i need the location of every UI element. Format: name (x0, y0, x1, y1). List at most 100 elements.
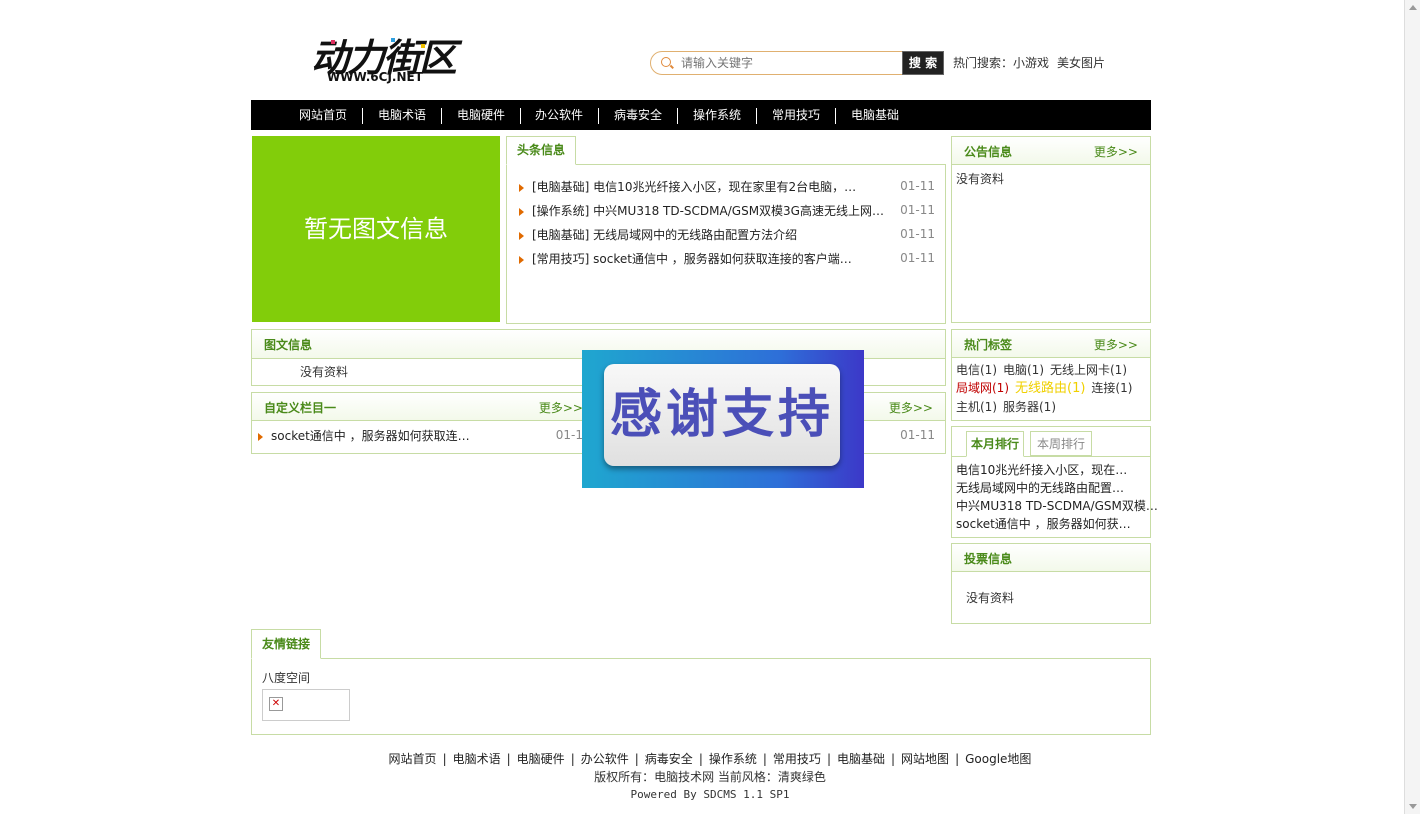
headline-date: 01-11 (900, 251, 935, 265)
panel-title: 图文信息 (264, 338, 313, 352)
footer-link[interactable]: 病毒安全 (645, 752, 693, 766)
link-item[interactable]: 八度空间 (262, 669, 310, 686)
search-input[interactable] (681, 55, 891, 71)
headline-date: 01-11 (900, 227, 935, 241)
image-banner[interactable]: 暂无图文信息 (252, 136, 500, 322)
hot-tags-panel: 热门标签 更多>> 电信(1) 电脑(1) 无线上网卡(1) 局域网(1) 无线路由(… (951, 329, 1151, 421)
nav-item-office[interactable]: 办公软件 (535, 107, 583, 123)
search-button[interactable]: 搜 索 (902, 51, 944, 75)
footer-link[interactable]: Google地图 (965, 752, 1031, 766)
tag-link[interactable]: 局域网(1) (956, 381, 1009, 395)
tag-link[interactable]: 连接(1) (1091, 381, 1132, 395)
tab-month[interactable]: 本月排行 (966, 431, 1025, 457)
item-date: 01-11 (900, 428, 935, 442)
scroll-up-icon[interactable] (1409, 5, 1417, 10)
arrow-icon (519, 207, 524, 216)
panel-title: 公告信息 (964, 145, 1013, 159)
notice-panel: 公告信息 更多>> 没有资料 (951, 136, 1151, 323)
panel-title: 自定义栏目一 (264, 401, 337, 415)
headline-panel: [电脑基础] 电信10兆光纤接入小区，现在家里有2台电脑，… 01-11 [操作… (506, 164, 946, 324)
nav-item-basics[interactable]: 电脑基础 (851, 107, 899, 123)
empty-text: 没有资料 (966, 591, 1015, 605)
site-logo[interactable]: 动力街区 WWW.6CJ.NET (311, 38, 461, 90)
thanks-popup[interactable]: 感谢支持 (582, 350, 864, 488)
empty-text: 没有资料 (956, 172, 1005, 186)
custom-column-panel: 自定义栏目一 更多>> socket通信中 ，服务器如何获取连… 01-1 (251, 392, 586, 454)
rank-item[interactable]: 电信10兆光纤接入小区，现在… (956, 461, 1158, 479)
logo-dot (331, 40, 335, 44)
panel-header: 热门标签 更多>> (952, 330, 1150, 358)
more-link[interactable]: 更多>> (1094, 336, 1138, 353)
copyright: 版权所有：电脑技术网 当前风格：清爽绿色 (594, 770, 826, 784)
nav-item-terms[interactable]: 电脑术语 (378, 107, 426, 123)
broken-image-icon: ✕ (269, 697, 283, 711)
tag-link[interactable]: 电脑(1) (1003, 363, 1044, 377)
headline-tab[interactable]: 头条信息 (506, 136, 577, 165)
nav-separator (441, 108, 442, 124)
arrow-icon (519, 255, 524, 264)
custom-column-panel: 更多>> 01-11 (862, 392, 946, 454)
panel-header: 自定义栏目一 更多>> (252, 393, 585, 421)
nav-separator (835, 108, 836, 124)
scrollbar[interactable] (1404, 0, 1420, 814)
arrow-icon (519, 231, 524, 240)
rank-item[interactable]: 中兴MU318 TD-SCDMA/GSM双模… (956, 497, 1158, 515)
nav-item-tips[interactable]: 常用技巧 (772, 107, 820, 123)
panel-header: 更多>> (862, 393, 945, 421)
footer-link[interactable]: 网站地图 (901, 752, 949, 766)
arrow-icon (519, 183, 524, 192)
nav-item-home[interactable]: 网站首页 (299, 107, 347, 123)
tag-link[interactable]: 服务器(1) (1003, 400, 1056, 414)
panel-title: 投票信息 (964, 552, 1013, 566)
headline-item[interactable]: [电脑基础] 电信10兆光纤接入小区，现在家里有2台电脑，… (519, 179, 856, 195)
tag-link[interactable]: 无线路由(1) (1015, 381, 1085, 396)
nav-separator (362, 108, 363, 124)
headline-date: 01-11 (900, 179, 935, 193)
search-box (650, 51, 904, 75)
logo-url: WWW.6CJ.NET (327, 70, 423, 84)
panel-title: 热门标签 (964, 338, 1013, 352)
rank-item[interactable]: 无线局域网中的无线路由配置… (956, 479, 1158, 497)
tag-link[interactable]: 主机(1) (956, 400, 997, 414)
main-nav: 网站首页 电脑术语 电脑硬件 办公软件 病毒安全 操作系统 常用技巧 电脑基础 (251, 100, 1151, 130)
headline-item[interactable]: [操作系统] 中兴MU318 TD-SCDMA/GSM双模3G高速无线上网… (519, 203, 884, 219)
vote-panel: 投票信息 没有资料 (951, 543, 1151, 624)
hot-search-link[interactable]: 小游戏 (1013, 56, 1049, 70)
arrow-icon (258, 432, 263, 441)
footer-link[interactable]: 常用技巧 (773, 752, 821, 766)
empty-text: 没有资料 (300, 365, 349, 379)
headline-date: 01-11 (900, 203, 935, 217)
links-tab[interactable]: 友情链接 (251, 629, 322, 659)
hot-search-link[interactable]: 美女图片 (1057, 56, 1105, 70)
hot-search: 热门搜索：小游戏 美女图片 (953, 54, 1113, 71)
nav-item-security[interactable]: 病毒安全 (614, 107, 662, 123)
more-link[interactable]: 更多>> (1094, 143, 1138, 160)
panel-header: 公告信息 更多>> (952, 137, 1150, 165)
nav-separator (677, 108, 678, 124)
nav-separator (520, 108, 521, 124)
nav-separator (598, 108, 599, 124)
footer-link[interactable]: 网站首页 (389, 752, 437, 766)
more-link[interactable]: 更多>> (539, 399, 583, 416)
headline-item[interactable]: [常用技巧] socket通信中 ，服务器如何获取连接的客户端… (519, 251, 852, 267)
footer-link[interactable]: 操作系统 (709, 752, 757, 766)
more-link[interactable]: 更多>> (889, 399, 933, 416)
tab-week[interactable]: 本周排行 (1030, 431, 1093, 456)
footer-link[interactable]: 电脑基础 (837, 752, 885, 766)
headline-item[interactable]: [电脑基础] 无线局域网中的无线路由配置方法介绍 (519, 227, 797, 243)
footer-link[interactable]: 电脑硬件 (517, 752, 565, 766)
logo-dot (421, 44, 425, 48)
link-image[interactable]: ✕ (262, 689, 350, 721)
search-icon (661, 57, 671, 67)
tag-link[interactable]: 无线上网卡(1) (1050, 363, 1127, 377)
nav-item-os[interactable]: 操作系统 (693, 107, 741, 123)
scroll-down-icon[interactable] (1409, 804, 1417, 809)
footer-link[interactable]: 办公软件 (581, 752, 629, 766)
popup-text: 感谢支持 (604, 364, 840, 466)
rank-list: 电信10兆光纤接入小区，现在… 无线局域网中的无线路由配置… 中兴MU318 T… (956, 461, 1158, 533)
list-item[interactable]: socket通信中 ，服务器如何获取连… (258, 428, 470, 444)
tag-link[interactable]: 电信(1) (956, 363, 997, 377)
rank-item[interactable]: socket通信中 ，服务器如何获… (956, 515, 1158, 533)
footer-link[interactable]: 电脑术语 (453, 752, 501, 766)
nav-item-hardware[interactable]: 电脑硬件 (457, 107, 505, 123)
